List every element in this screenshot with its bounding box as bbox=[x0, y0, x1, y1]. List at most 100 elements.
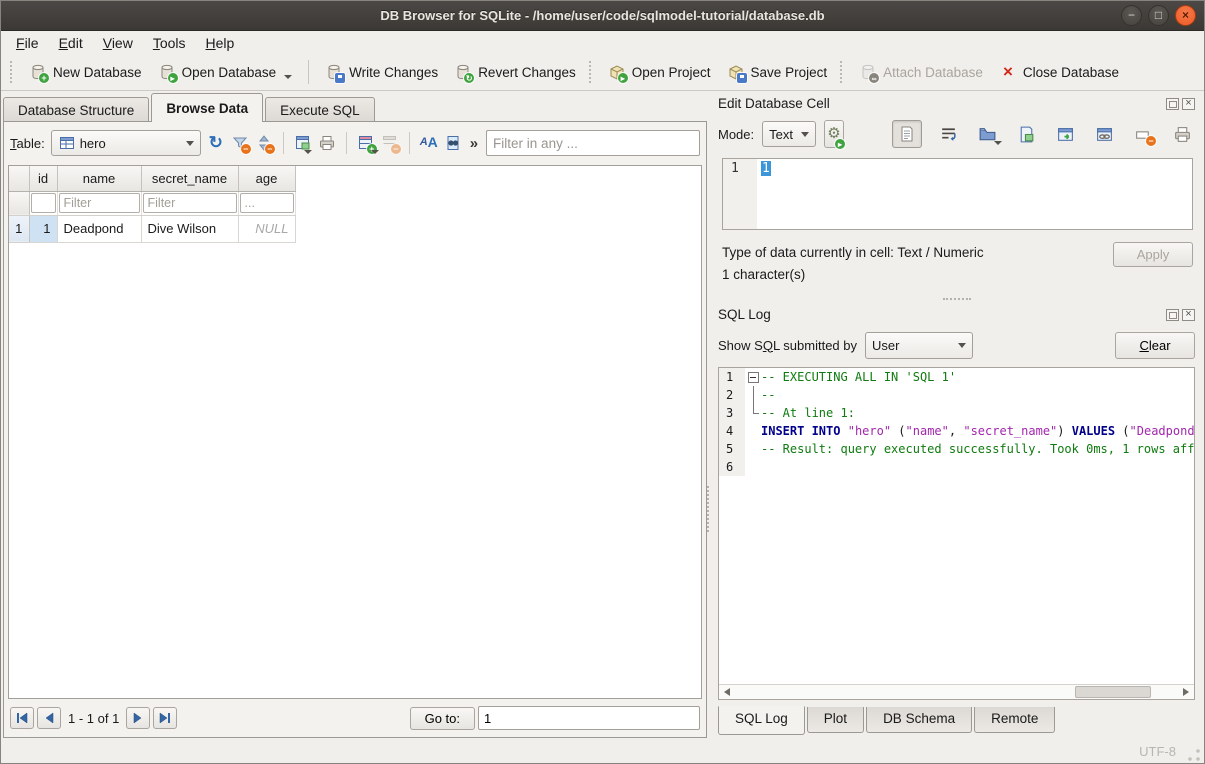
fold-marker-icon[interactable] bbox=[745, 368, 761, 386]
main-tabbar: Database Structure Browse Data Execute S… bbox=[3, 93, 707, 122]
sql-log-line: 2 -- bbox=[719, 386, 1194, 404]
next-record-button[interactable] bbox=[126, 707, 150, 729]
goto-button[interactable]: Go to: bbox=[410, 707, 475, 730]
tab-sql-log[interactable]: SQL Log bbox=[718, 706, 805, 735]
tab-browse-data[interactable]: Browse Data bbox=[151, 93, 263, 122]
column-header-age[interactable]: age bbox=[238, 166, 295, 191]
sql-submitter-selector[interactable]: User bbox=[865, 332, 973, 359]
minimize-button[interactable]: − bbox=[1121, 5, 1142, 26]
previous-record-button[interactable] bbox=[37, 707, 61, 729]
filter-input-name[interactable] bbox=[59, 193, 140, 213]
tab-execute-sql[interactable]: Execute SQL bbox=[265, 97, 375, 122]
print-cell-button[interactable] bbox=[1169, 121, 1195, 147]
set-null-button[interactable] bbox=[1130, 121, 1156, 147]
float-dock-icon[interactable] bbox=[1166, 309, 1179, 321]
cell-secret-name[interactable]: Dive Wilson bbox=[141, 215, 238, 242]
cell-value-editor[interactable]: 1 1 bbox=[722, 158, 1193, 230]
import-dropdown-icon[interactable] bbox=[994, 141, 1002, 145]
close-button[interactable]: × bbox=[1175, 5, 1196, 26]
find-in-table-button[interactable] bbox=[444, 134, 462, 152]
refresh-button[interactable]: ↻ bbox=[207, 134, 225, 152]
auto-switch-mode-button[interactable]: ⚙ bbox=[824, 120, 844, 148]
tab-remote[interactable]: Remote bbox=[974, 707, 1055, 733]
save-table-button[interactable] bbox=[294, 134, 312, 152]
row-header[interactable]: 1 bbox=[9, 215, 29, 242]
text-mode-button[interactable] bbox=[892, 120, 922, 148]
delete-record-button[interactable] bbox=[381, 134, 399, 152]
open-database-dropdown-icon[interactable] bbox=[284, 75, 292, 79]
close-dock-icon[interactable] bbox=[1182, 98, 1195, 110]
scroll-left-icon[interactable] bbox=[719, 685, 735, 699]
menu-file[interactable]: File bbox=[7, 33, 48, 53]
close-dock-icon[interactable] bbox=[1182, 309, 1195, 321]
sql-log-line: 3 -- At line 1: bbox=[719, 404, 1194, 422]
apply-button[interactable]: Apply bbox=[1113, 242, 1193, 267]
clear-sort-button[interactable] bbox=[255, 134, 273, 152]
toolbar-overflow-icon[interactable]: » bbox=[468, 135, 480, 152]
tab-db-schema[interactable]: DB Schema bbox=[866, 707, 972, 733]
print-button[interactable] bbox=[318, 134, 336, 152]
attach-database-button[interactable]: Attach Database bbox=[851, 59, 991, 85]
open-database-button[interactable]: Open Database bbox=[150, 59, 301, 85]
column-header-id[interactable]: id bbox=[29, 166, 57, 191]
menu-help[interactable]: Help bbox=[197, 33, 244, 53]
export-cell-data-button[interactable] bbox=[1013, 121, 1039, 147]
save-table-dropdown-icon[interactable] bbox=[304, 150, 312, 154]
revert-changes-icon bbox=[454, 63, 472, 81]
column-header-secret-name[interactable]: secret_name bbox=[141, 166, 238, 191]
close-database-button[interactable]: × Close Database bbox=[991, 59, 1127, 85]
toolbar-grip[interactable] bbox=[10, 61, 16, 83]
open-url-button[interactable] bbox=[1091, 121, 1117, 147]
font-settings-button[interactable] bbox=[420, 134, 438, 152]
cell-age[interactable]: NULL bbox=[238, 215, 295, 242]
horizontal-scrollbar[interactable] bbox=[719, 684, 1194, 699]
table-selected-value: hero bbox=[80, 136, 106, 151]
filter-input-id[interactable] bbox=[31, 193, 56, 213]
open-in-external-button[interactable] bbox=[1052, 121, 1078, 147]
table-selector[interactable]: hero bbox=[51, 130, 201, 156]
open-project-icon bbox=[608, 63, 626, 81]
last-record-button[interactable] bbox=[153, 707, 177, 729]
word-wrap-button[interactable] bbox=[935, 121, 961, 147]
first-record-button[interactable] bbox=[10, 707, 34, 729]
cell-editor-content: 1 bbox=[761, 161, 771, 176]
cell-id[interactable]: 1 bbox=[29, 215, 57, 242]
tab-database-structure[interactable]: Database Structure bbox=[3, 97, 149, 122]
filter-input-secret-name[interactable] bbox=[143, 193, 237, 213]
tab-plot[interactable]: Plot bbox=[807, 707, 864, 733]
cell-name[interactable]: Deadpond bbox=[57, 215, 141, 242]
toolbar-grip[interactable] bbox=[589, 61, 595, 83]
insert-record-dropdown-icon[interactable] bbox=[371, 150, 379, 154]
filter-input-age[interactable] bbox=[240, 193, 294, 213]
insert-record-button[interactable] bbox=[357, 134, 375, 152]
clear-filters-button[interactable] bbox=[231, 134, 249, 152]
clear-log-button[interactable]: Clear bbox=[1115, 332, 1195, 359]
filter-any-input[interactable] bbox=[486, 130, 700, 156]
panel-splitter[interactable] bbox=[707, 91, 710, 738]
float-dock-icon[interactable] bbox=[1166, 98, 1179, 110]
scroll-right-icon[interactable] bbox=[1178, 685, 1194, 699]
column-header-name[interactable]: name bbox=[57, 166, 141, 191]
edit-cell-toolbar: Mode: Text ⚙ bbox=[718, 118, 1195, 150]
maximize-button[interactable]: □ bbox=[1148, 5, 1169, 26]
menu-tools[interactable]: Tools bbox=[144, 33, 195, 53]
encoding-indicator[interactable]: UTF-8 bbox=[1139, 744, 1176, 759]
toolbar-grip[interactable] bbox=[840, 61, 846, 83]
menu-view[interactable]: View bbox=[94, 33, 142, 53]
write-changes-button[interactable]: Write Changes bbox=[317, 59, 446, 85]
dock-splitter[interactable] bbox=[718, 294, 1195, 304]
sql-log-editor[interactable]: 1 -- EXECUTING ALL IN 'SQL 1' 2 -- 3 -- … bbox=[718, 367, 1195, 700]
mode-selector[interactable]: Text bbox=[762, 121, 816, 147]
menu-edit[interactable]: Edit bbox=[50, 33, 92, 53]
sql-log-line: 6 bbox=[719, 458, 1194, 476]
resize-grip[interactable] bbox=[1187, 748, 1201, 762]
toolbar-separator bbox=[308, 60, 309, 84]
open-project-button[interactable]: Open Project bbox=[600, 59, 719, 85]
new-database-button[interactable]: New Database bbox=[21, 59, 150, 85]
revert-changes-button[interactable]: Revert Changes bbox=[446, 59, 584, 85]
scrollbar-thumb[interactable] bbox=[1075, 686, 1151, 698]
table-label: Table: bbox=[10, 136, 45, 151]
import-cell-data-button[interactable] bbox=[974, 121, 1000, 147]
save-project-button[interactable]: Save Project bbox=[719, 59, 836, 85]
goto-input[interactable] bbox=[478, 706, 700, 730]
